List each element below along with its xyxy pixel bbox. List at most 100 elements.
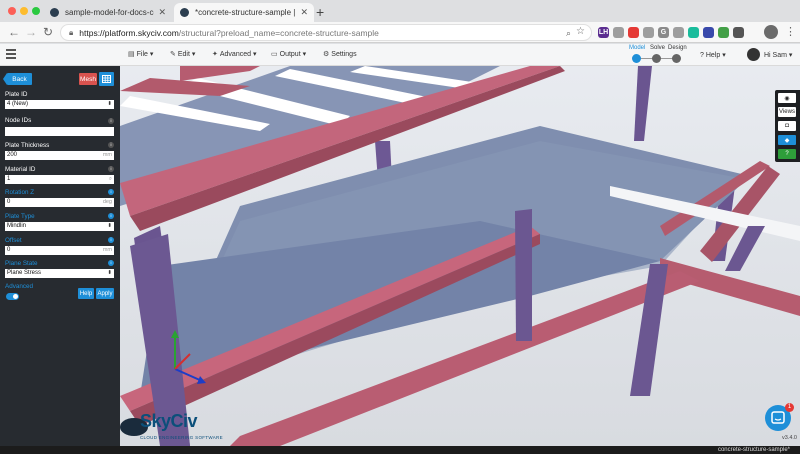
browser-extension-icon[interactable] xyxy=(613,27,624,38)
bookmark-star-icon[interactable]: ☆ xyxy=(576,26,585,37)
menu-output[interactable]: ▭ Output ▾ xyxy=(271,50,306,58)
rotation-z-input[interactable]: 0 deg xyxy=(5,198,114,207)
menu-label: Edit xyxy=(177,51,190,58)
offset-unit: mm xyxy=(102,247,112,253)
browser-tab-inactive[interactable]: sample-model-for-docs-concrete ✕ xyxy=(44,3,172,22)
material-id-input[interactable]: 1 ⌕ xyxy=(5,175,114,184)
browser-extension-icon[interactable]: G xyxy=(658,27,669,38)
info-icon[interactable]: i xyxy=(108,189,114,195)
wrench-icon: ✦ xyxy=(212,51,218,58)
monitor-icon: ▭ xyxy=(271,51,278,58)
solve-mode-icon[interactable] xyxy=(652,54,661,63)
back-button[interactable]: Back xyxy=(3,73,32,85)
browser-tab-active[interactable]: *concrete-structure-sample | SkyCiv ✕ xyxy=(174,3,314,22)
browser-extension-icon[interactable] xyxy=(673,27,684,38)
menu-advanced[interactable]: ✦ Advanced ▾ xyxy=(212,50,256,58)
3d-view-button[interactable]: ◆ xyxy=(778,135,796,145)
zoom-icon[interactable]: ⌕ xyxy=(566,28,571,39)
screenshot-button[interactable]: ◘ xyxy=(778,121,796,131)
views-button[interactable]: Views xyxy=(778,107,796,117)
select-arrows-icon: ⬍ xyxy=(107,101,112,107)
hamburger-menu-icon[interactable] xyxy=(6,49,16,61)
back-arrow-icon[interactable]: ← xyxy=(8,25,20,39)
help-button[interactable]: Help xyxy=(78,288,94,299)
browser-extension-icon[interactable] xyxy=(733,27,744,38)
apply-button[interactable]: Apply xyxy=(96,288,114,299)
browser-extension-icon[interactable] xyxy=(643,27,654,38)
browser-extension-icon[interactable] xyxy=(688,27,699,38)
browser-address-bar: ← → ↻ 🔒︎ https://platform.skyciv.com /st… xyxy=(0,22,800,43)
menu-label: File xyxy=(136,51,148,58)
info-icon[interactable]: i xyxy=(108,142,114,148)
browser-extension-icon[interactable] xyxy=(628,27,639,38)
mesh-button[interactable]: Mesh xyxy=(79,73,97,85)
mode-design-label[interactable]: Design xyxy=(668,45,687,51)
tab-title: sample-model-for-docs-concrete xyxy=(65,8,154,17)
node-ids-input[interactable] xyxy=(5,127,114,136)
material-id-value: 1 xyxy=(7,176,11,182)
profile-avatar-icon[interactable] xyxy=(764,25,778,39)
plate-thickness-label: Plate Thickness xyxy=(5,142,50,149)
browser-extension-icon[interactable] xyxy=(718,27,729,38)
minimize-window-button[interactable] xyxy=(20,7,28,15)
help-menu-label: Help xyxy=(705,52,721,59)
help-circle-icon: ? xyxy=(700,52,704,59)
chat-notification-badge: 1 xyxy=(785,403,794,412)
browser-menu-icon[interactable]: ⋮ xyxy=(785,25,796,38)
design-mode-icon[interactable] xyxy=(672,54,681,63)
chevron-down-icon: ▾ xyxy=(300,51,307,58)
menu-edit[interactable]: ✎ Edit ▾ xyxy=(170,50,195,58)
info-icon[interactable]: i xyxy=(108,118,114,124)
plate-type-select[interactable]: Mindlin ⬍ xyxy=(5,222,114,231)
new-tab-button[interactable]: + xyxy=(316,4,324,20)
info-icon[interactable]: i xyxy=(108,260,114,266)
cube-icon: ◆ xyxy=(784,137,790,144)
table-view-button[interactable] xyxy=(99,72,114,86)
eye-icon: ◉ xyxy=(784,95,790,102)
rotation-z-value: 0 xyxy=(7,199,11,205)
plane-state-value: Plane Stress xyxy=(7,270,42,276)
help-menu[interactable]: ? Help ▾ xyxy=(700,51,726,59)
menu-file[interactable]: ▤ File ▾ xyxy=(128,50,153,58)
user-greeting: Hi Sam xyxy=(764,52,787,59)
close-tab-icon[interactable]: ✕ xyxy=(158,7,166,18)
maximize-window-button[interactable] xyxy=(32,7,40,15)
plate-thickness-input[interactable]: 200 mm xyxy=(5,151,114,160)
visibility-button[interactable]: ◉ xyxy=(778,93,796,103)
chevron-down-icon: ▾ xyxy=(251,51,257,58)
menu-settings[interactable]: ⚙ Settings xyxy=(323,50,357,58)
skyciv-favicon-icon xyxy=(180,8,189,17)
forward-arrow-icon[interactable]: → xyxy=(25,25,37,39)
plane-state-select[interactable]: Plane Stress ⬍ xyxy=(5,269,114,278)
close-window-button[interactable] xyxy=(8,7,16,15)
info-icon[interactable]: i xyxy=(108,237,114,243)
url-host: https://platform.skyciv.com xyxy=(79,27,179,38)
search-icon[interactable]: ⌕ xyxy=(109,175,112,184)
column[interactable] xyxy=(515,209,532,341)
lock-icon: 🔒︎ xyxy=(69,27,74,37)
rotation-z-label: Rotation Z xyxy=(5,189,35,196)
plate-id-label: Plate ID xyxy=(5,91,28,98)
info-icon[interactable]: i xyxy=(108,213,114,219)
plane-state-label: Plane State xyxy=(5,260,38,267)
model-mode-icon[interactable] xyxy=(632,54,641,63)
material-id-label: Material ID xyxy=(5,166,36,173)
user-avatar[interactable] xyxy=(747,48,760,61)
plate-type-label: Plate Type xyxy=(5,213,35,220)
plate-id-select[interactable]: 4 (New) ⬍ xyxy=(5,100,114,109)
offset-input[interactable]: 0 mm xyxy=(5,246,114,255)
advanced-toggle[interactable] xyxy=(6,293,19,300)
help-circle-icon: ? xyxy=(785,151,789,157)
browser-extension-icon[interactable]: LH xyxy=(598,27,609,38)
mode-solve-label[interactable]: Solve xyxy=(650,45,665,51)
close-tab-icon[interactable]: ✕ xyxy=(300,7,308,18)
user-menu[interactable]: Hi Sam ▾ xyxy=(764,51,792,59)
help-tour-button[interactable]: ? xyxy=(778,149,796,159)
browser-extension-icon[interactable] xyxy=(703,27,714,38)
structure-3d-render[interactable] xyxy=(120,66,800,446)
reload-icon[interactable]: ↻ xyxy=(43,25,53,39)
info-icon[interactable]: i xyxy=(108,166,114,172)
mode-model-label[interactable]: Model xyxy=(629,45,645,51)
url-input[interactable]: 🔒︎ https://platform.skyciv.com /structur… xyxy=(60,24,592,41)
3d-viewport[interactable] xyxy=(120,66,800,446)
